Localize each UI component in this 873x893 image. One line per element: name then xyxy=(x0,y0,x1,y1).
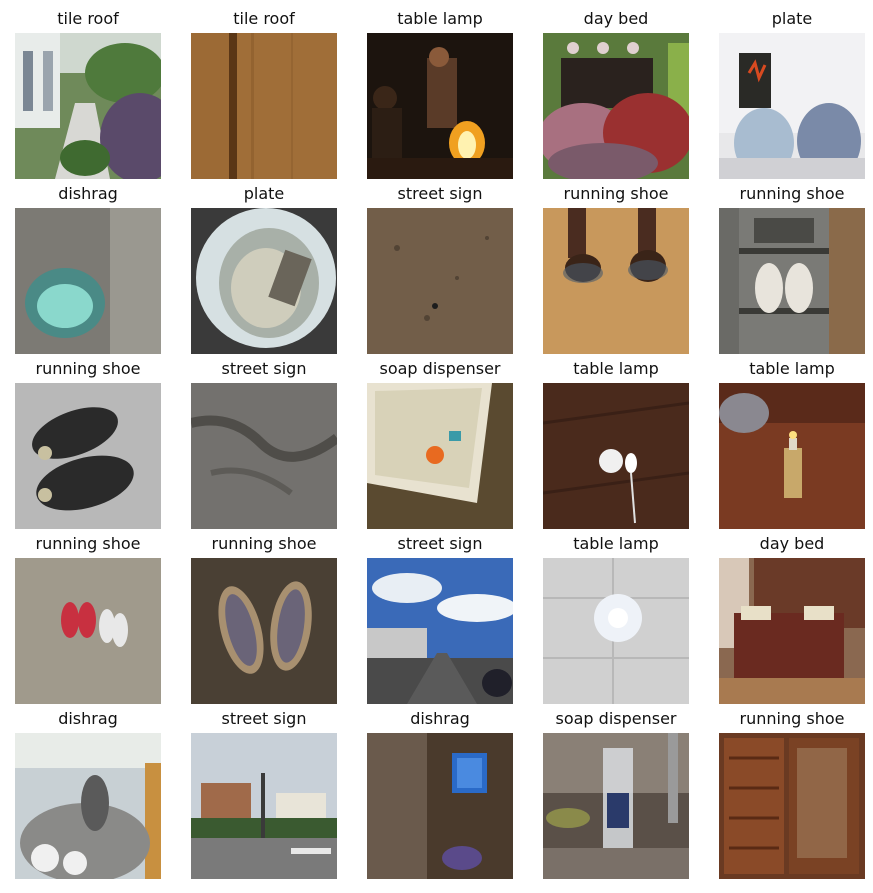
image-label: running shoe xyxy=(35,534,141,553)
image-thumbnail xyxy=(191,733,337,879)
image-label: dishrag xyxy=(410,709,470,728)
grid-cell: day bed xyxy=(543,6,689,179)
image-thumbnail xyxy=(15,208,161,354)
image-thumbnail xyxy=(191,383,337,529)
grid-cell: dishrag xyxy=(15,181,161,354)
image-thumbnail xyxy=(15,33,161,179)
image-thumbnail xyxy=(191,33,337,179)
grid-cell: table lamp xyxy=(543,531,689,704)
image-thumbnail xyxy=(15,558,161,704)
image-label: dishrag xyxy=(58,709,118,728)
image-label: table lamp xyxy=(749,359,835,378)
image-label: running shoe xyxy=(739,184,845,203)
grid-cell: day bed xyxy=(719,531,865,704)
grid-cell: plate xyxy=(191,181,337,354)
image-thumbnail xyxy=(543,558,689,704)
grid-cell: running shoe xyxy=(191,531,337,704)
grid-cell: plate xyxy=(719,6,865,179)
image-label: plate xyxy=(771,9,813,28)
image-thumbnail xyxy=(719,33,865,179)
grid-cell: table lamp xyxy=(719,356,865,529)
image-label: running shoe xyxy=(563,184,669,203)
image-label: street sign xyxy=(221,709,307,728)
grid-cell: running shoe xyxy=(719,706,865,879)
grid-cell: running shoe xyxy=(543,181,689,354)
grid-cell: running shoe xyxy=(719,181,865,354)
grid-cell: dishrag xyxy=(367,706,513,879)
image-label: running shoe xyxy=(739,709,845,728)
image-thumbnail xyxy=(543,383,689,529)
image-thumbnail xyxy=(191,208,337,354)
image-thumbnail xyxy=(367,558,513,704)
image-label: running shoe xyxy=(211,534,317,553)
image-thumbnail xyxy=(719,383,865,529)
image-thumbnail xyxy=(367,383,513,529)
image-thumbnail xyxy=(543,208,689,354)
image-thumbnail xyxy=(543,733,689,879)
grid-cell: soap dispenser xyxy=(543,706,689,879)
image-thumbnail xyxy=(719,733,865,879)
grid-cell: street sign xyxy=(191,706,337,879)
grid-cell: street sign xyxy=(367,181,513,354)
image-thumbnail xyxy=(719,208,865,354)
image-thumbnail xyxy=(367,208,513,354)
image-label: running shoe xyxy=(35,359,141,378)
grid-cell: running shoe xyxy=(15,531,161,704)
image-label: table lamp xyxy=(573,534,659,553)
image-label: tile roof xyxy=(233,9,295,28)
grid-cell: dishrag xyxy=(15,706,161,879)
image-thumbnail xyxy=(191,558,337,704)
grid-cell: soap dispenser xyxy=(367,356,513,529)
image-label: table lamp xyxy=(573,359,659,378)
grid-cell: street sign xyxy=(367,531,513,704)
image-thumbnail xyxy=(719,558,865,704)
image-label: day bed xyxy=(759,534,825,553)
grid-cell: table lamp xyxy=(543,356,689,529)
image-thumbnail xyxy=(15,733,161,879)
image-label: table lamp xyxy=(397,9,483,28)
grid-cell: table lamp xyxy=(367,6,513,179)
image-label: soap dispenser xyxy=(379,359,501,378)
image-thumbnail xyxy=(543,33,689,179)
image-label: dishrag xyxy=(58,184,118,203)
image-label: street sign xyxy=(397,184,483,203)
image-label: street sign xyxy=(221,359,307,378)
image-grid: tile roof tile roof table lamp day bed p… xyxy=(15,6,867,880)
grid-cell: street sign xyxy=(191,356,337,529)
image-label: tile roof xyxy=(57,9,119,28)
image-thumbnail xyxy=(367,733,513,879)
grid-cell: running shoe xyxy=(15,356,161,529)
image-label: soap dispenser xyxy=(555,709,677,728)
grid-cell: tile roof xyxy=(191,6,337,179)
image-thumbnail xyxy=(15,383,161,529)
image-label: day bed xyxy=(583,9,649,28)
grid-cell: tile roof xyxy=(15,6,161,179)
image-label: street sign xyxy=(397,534,483,553)
image-thumbnail xyxy=(367,33,513,179)
image-label: plate xyxy=(243,184,285,203)
